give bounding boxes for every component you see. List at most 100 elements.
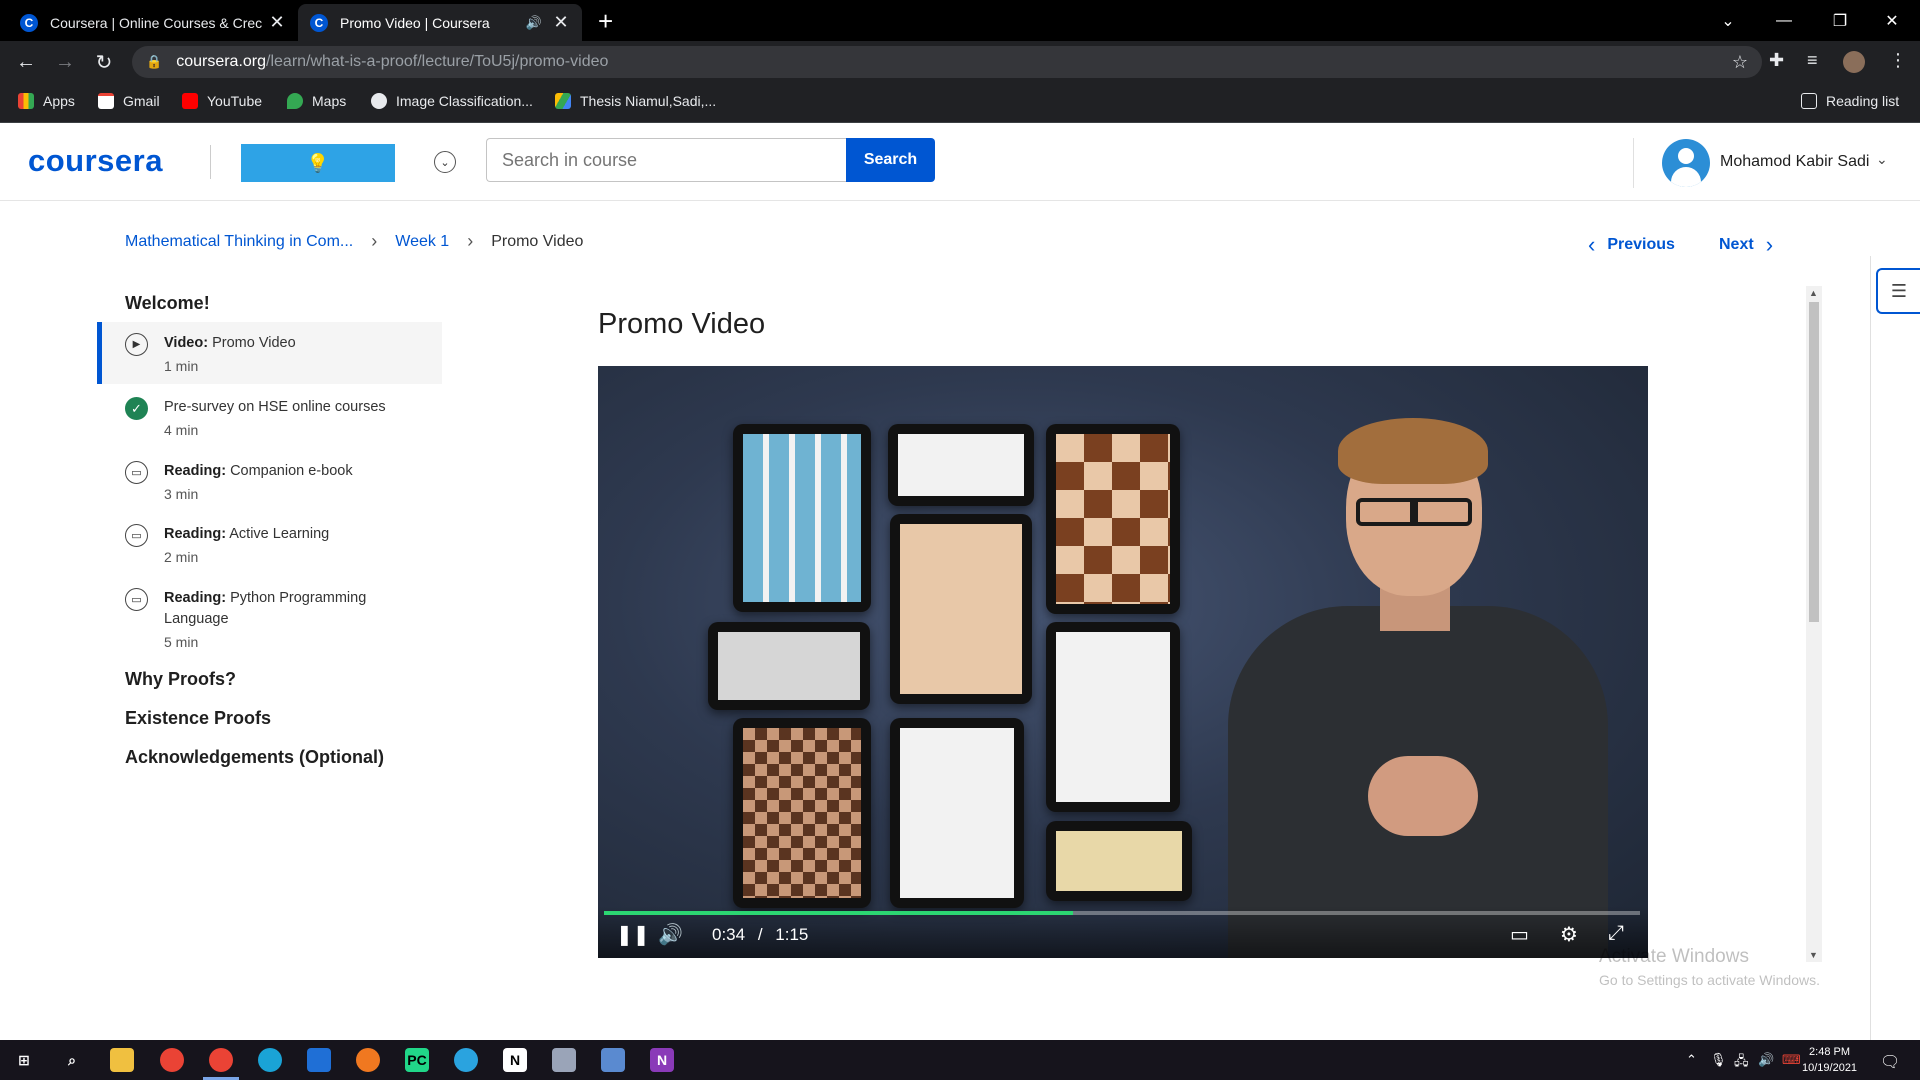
item-title: Pre-survey on HSE online courses — [164, 399, 386, 415]
book-icon: ▭ — [125, 588, 148, 611]
play-icon: ▶ — [125, 333, 148, 356]
previous-label: Previous — [1607, 236, 1675, 253]
onenote-icon[interactable]: N — [650, 1048, 674, 1072]
breadcrumb-current: Promo Video — [491, 232, 584, 250]
checkmark-icon: ✓ — [125, 397, 148, 420]
browser-tab-coursera-home[interactable]: C Coursera | Online Courses & Crec ✕ — [8, 4, 298, 41]
user-name[interactable]: Mohamod Kabir Sadi — [1720, 153, 1869, 171]
file-explorer-icon[interactable] — [110, 1048, 134, 1072]
windows-start-icon[interactable]: ⊞ — [12, 1048, 36, 1072]
video-content-image — [890, 718, 1024, 908]
bookmark-label: Thesis Niamul,Sadi,... — [580, 93, 717, 109]
item-title: Promo Video — [212, 335, 296, 351]
header-divider — [210, 145, 211, 179]
current-time: 0:34 — [712, 925, 746, 944]
firefox-icon[interactable] — [356, 1048, 380, 1072]
reading-list-label: Reading list — [1826, 93, 1900, 109]
chrome-active-icon[interactable] — [203, 1048, 239, 1080]
section-existence-proofs[interactable]: Existence Proofs — [125, 708, 271, 729]
reload-button[interactable]: ↻ — [91, 49, 117, 75]
course-menu-chevron-icon[interactable]: ⌄ — [434, 151, 456, 173]
settings-gear-icon[interactable]: ⚙ — [1560, 922, 1578, 947]
bookmark-thesis[interactable]: Thesis Niamul,Sadi,... — [555, 93, 716, 109]
previous-button[interactable]: ‹ Previous — [1588, 232, 1675, 258]
book-icon: ▭ — [125, 524, 148, 547]
notifications-icon[interactable]: 🗨 — [1880, 1052, 1900, 1072]
search-icon[interactable]: ⌕ — [60, 1048, 84, 1072]
speaker-icon[interactable]: 🔊 — [1758, 1052, 1774, 1068]
bookmark-image-classification[interactable]: Image Classification... — [371, 93, 533, 109]
instructor-image — [1228, 418, 1608, 958]
keyboard-language-icon[interactable]: ⌨ — [1782, 1052, 1801, 1068]
new-tab-button[interactable]: + — [598, 6, 613, 37]
network-icon[interactable]: 🖧 — [1734, 1052, 1749, 1074]
maps-pin-icon — [287, 93, 303, 109]
edge-icon[interactable] — [258, 1048, 282, 1072]
extensions-icon[interactable]: ✚ — [1769, 50, 1784, 71]
reading-list-button[interactable]: Reading list — [1801, 93, 1899, 109]
bookmark-maps[interactable]: Maps — [287, 93, 346, 109]
calculator-icon[interactable] — [601, 1048, 625, 1072]
coursera-logo[interactable]: coursera — [28, 143, 163, 179]
subtitles-icon[interactable]: ▭ — [1510, 922, 1529, 947]
microphone-icon[interactable]: 🎙 — [1710, 1052, 1727, 1068]
next-button[interactable]: Next › — [1719, 232, 1773, 258]
url-field[interactable]: 🔒 coursera.org /learn/what-is-a-proof/le… — [132, 46, 1762, 78]
bookmark-gmail[interactable]: Gmail — [98, 93, 160, 109]
tab-search-icon[interactable]: ⌄ — [1700, 0, 1756, 41]
avatar[interactable] — [1662, 139, 1710, 187]
bookmark-apps[interactable]: Apps — [18, 93, 75, 109]
item-duration: 1 min — [164, 358, 199, 374]
pycharm-icon[interactable]: PC — [405, 1048, 429, 1072]
chrome-icon[interactable] — [160, 1048, 184, 1072]
video-progress-bar[interactable] — [604, 911, 1640, 915]
search-input[interactable] — [486, 138, 847, 182]
next-label: Next — [1719, 236, 1754, 253]
url-host: coursera.org — [176, 53, 267, 70]
bookmark-label: YouTube — [207, 93, 263, 109]
video-player[interactable]: ❚❚ 🔊 0:34 / 1:15 ▭ ⚙ ⤢ — [598, 366, 1648, 958]
section-welcome[interactable]: Welcome! — [125, 293, 210, 314]
tab-title: Coursera | Online Courses & Crec — [50, 14, 263, 31]
profile-avatar-icon[interactable] — [1843, 51, 1865, 73]
back-button[interactable]: ← — [13, 49, 39, 75]
minimize-button[interactable]: — — [1756, 0, 1812, 41]
tray-chevron-icon[interactable]: ⌃ — [1686, 1052, 1697, 1068]
pause-button[interactable]: ❚❚ — [616, 922, 650, 947]
chevron-right-icon: › — [1765, 232, 1774, 257]
bookmark-star-icon[interactable]: ☆ — [1732, 52, 1748, 73]
section-why-proofs[interactable]: Why Proofs? — [125, 669, 236, 690]
scrollbar-thumb[interactable] — [1809, 302, 1819, 622]
section-acknowledgements[interactable]: Acknowledgements (Optional) — [125, 747, 384, 768]
search-button[interactable]: Search — [846, 138, 935, 182]
close-tab-icon[interactable]: ✕ — [268, 12, 286, 33]
bookmark-youtube[interactable]: YouTube — [182, 93, 262, 109]
media-control-icon[interactable]: ≡ — [1807, 50, 1818, 71]
browser-menu-icon[interactable]: ⋮ — [1889, 50, 1907, 71]
notion-icon[interactable]: N — [503, 1048, 527, 1072]
browser-tab-promo-video[interactable]: C Promo Video | Coursera 🔊 ✕ — [298, 4, 582, 41]
volume-icon[interactable]: 🔊 — [658, 922, 683, 947]
breadcrumb-week-link[interactable]: Week 1 — [395, 233, 449, 251]
item-type: Reading: — [164, 526, 227, 542]
close-tab-icon[interactable]: ✕ — [552, 12, 570, 33]
telegram-icon[interactable] — [454, 1048, 478, 1072]
breadcrumb-course-link[interactable]: Mathematical Thinking in Com... — [125, 233, 353, 251]
scrollbar[interactable]: ▲ ▼ — [1806, 286, 1822, 962]
address-bar-row: ← → ↻ 🔒 coursera.org /learn/what-is-a-pr… — [0, 41, 1920, 83]
vscode-icon[interactable] — [307, 1048, 331, 1072]
total-duration: 1:15 — [775, 925, 809, 944]
close-window-button[interactable]: ✕ — [1864, 0, 1920, 41]
notes-button[interactable]: ☰ — [1876, 268, 1920, 314]
forward-button[interactable]: → — [52, 49, 78, 75]
item-type: Reading: — [164, 590, 227, 606]
restore-button[interactable]: ❐ — [1812, 0, 1868, 41]
user-menu-chevron-icon[interactable]: ⌄ — [1876, 151, 1888, 168]
app-icon[interactable] — [552, 1048, 576, 1072]
scroll-up-icon[interactable]: ▲ — [1809, 288, 1818, 298]
fullscreen-icon[interactable]: ⤢ — [1608, 922, 1624, 945]
partner-logo[interactable]: 💡 — [241, 144, 395, 182]
video-content-image — [888, 424, 1034, 506]
taskbar-clock[interactable]: 2:48 PM 10/19/2021 — [1802, 1044, 1857, 1076]
audio-playing-icon[interactable]: 🔊 — [526, 15, 542, 31]
